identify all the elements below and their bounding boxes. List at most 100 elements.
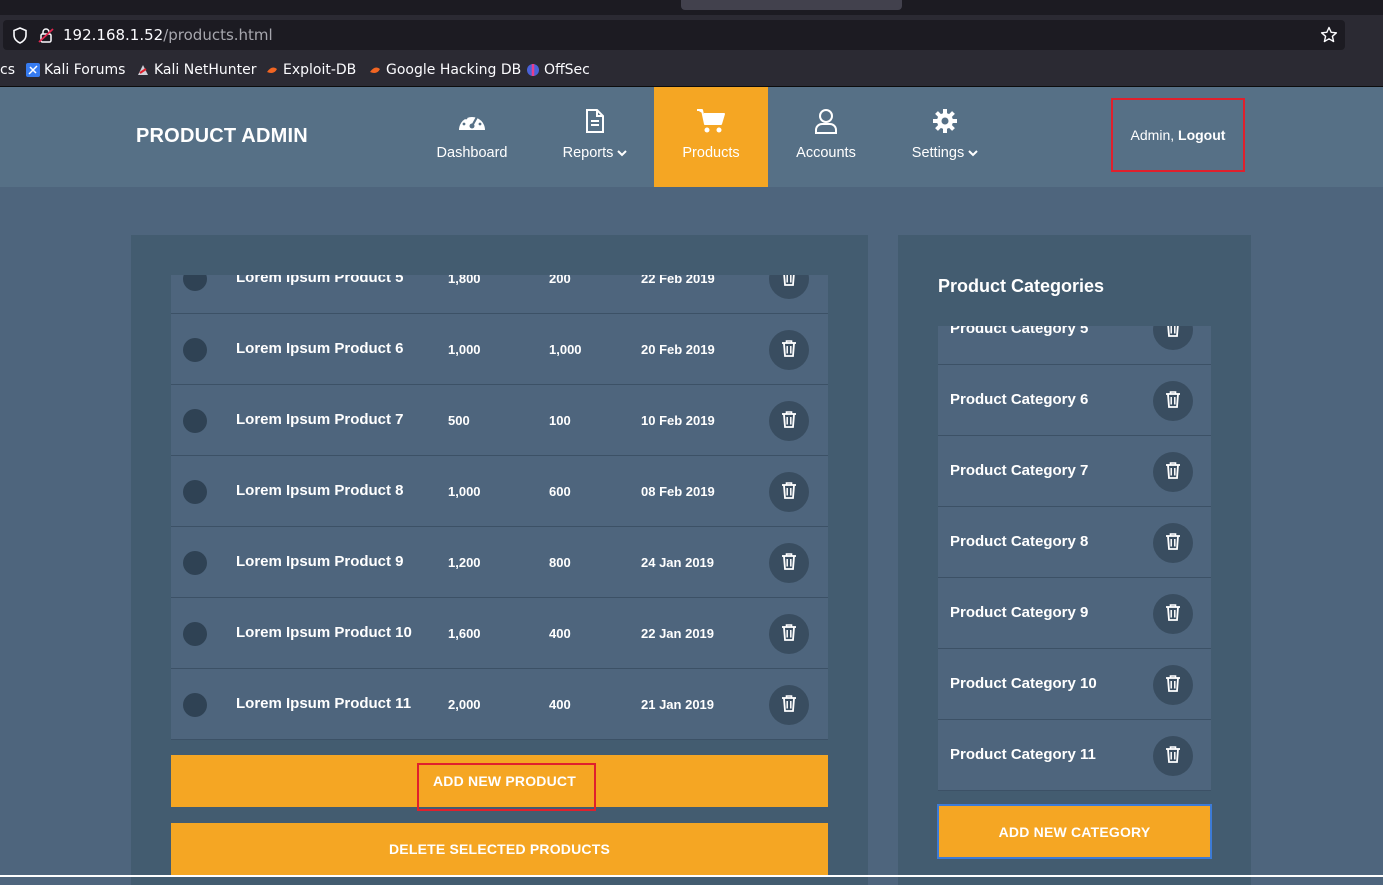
- bookmark-star-icon[interactable]: [1320, 26, 1338, 49]
- list-item[interactable]: Product Category 8: [938, 507, 1211, 578]
- trash-icon: [781, 694, 797, 717]
- table-row[interactable]: Lorem Ipsum Product 11 2,000 400 21 Jan 201…: [171, 669, 828, 740]
- product-name: Lorem Ipsum Product 5: [236, 275, 404, 286]
- table-row[interactable]: Lorem Ipsum Product 8 1,000 600 08 Feb 2019: [171, 456, 828, 527]
- ghdb-icon: [370, 67, 380, 73]
- bookmark-google-hacking-db[interactable]: Google Hacking DB: [368, 62, 521, 78]
- categories-table[interactable]: Product Category 5 Product Category 6 Prod…: [938, 326, 1211, 791]
- user-icon: [788, 108, 864, 136]
- table-row[interactable]: Lorem Ipsum Product 6 1,000 1,000 20 Feb 20…: [171, 314, 828, 385]
- bookmark-label: Google Hacking DB: [386, 62, 522, 78]
- delete-product-button[interactable]: [769, 275, 809, 299]
- nav-accounts[interactable]: Accounts: [788, 87, 864, 187]
- product-value-b: 1,000: [549, 342, 582, 357]
- product-name: Lorem Ipsum Product 9: [236, 553, 404, 570]
- delete-product-button[interactable]: [769, 330, 809, 370]
- row-checkbox[interactable]: [183, 275, 207, 291]
- shield-icon[interactable]: [12, 27, 28, 49]
- product-name: Lorem Ipsum Product 7: [236, 411, 404, 428]
- product-date: 22 Feb 2019: [641, 275, 715, 286]
- delete-selected-products-button[interactable]: DELETE SELECTED PRODUCTS: [171, 823, 828, 875]
- delete-category-button[interactable]: [1153, 594, 1193, 634]
- bookmark-kali-nethunter[interactable]: Kali NetHunter: [136, 62, 256, 78]
- trash-icon: [1165, 461, 1181, 483]
- category-name: Product Category 8: [950, 533, 1089, 550]
- row-checkbox[interactable]: [183, 338, 207, 362]
- table-row[interactable]: Lorem Ipsum Product 5 1,800 200 22 Feb 2019: [171, 275, 828, 314]
- delete-category-button[interactable]: [1153, 326, 1193, 350]
- add-new-product-button[interactable]: ADD NEW PRODUCT: [171, 755, 828, 811]
- product-value-a: 1,600: [448, 626, 481, 641]
- product-date: 24 Jan 2019: [641, 555, 715, 570]
- bookmark-kali-forums[interactable]: Kali Forums: [26, 62, 125, 78]
- row-checkbox[interactable]: [183, 622, 207, 646]
- product-name: Lorem Ipsum Product 8: [236, 482, 404, 499]
- insecure-lock-icon[interactable]: [38, 27, 54, 49]
- list-item[interactable]: Product Category 9: [938, 578, 1211, 649]
- browser-active-tab[interactable]: [681, 0, 902, 10]
- bookmark-label: Kali NetHunter: [154, 62, 257, 78]
- bookmark-offsec[interactable]: OffSec: [526, 62, 590, 78]
- brand-title[interactable]: PRODUCT ADMIN: [136, 125, 308, 148]
- products-table[interactable]: Lorem Ipsum Product 5 1,800 200 22 Feb 2019…: [171, 275, 828, 740]
- bookmark-label: Kali Forums: [44, 62, 126, 78]
- row-checkbox[interactable]: [183, 409, 207, 433]
- gear-icon: [904, 108, 986, 136]
- bookmark-partial[interactable]: cs: [0, 62, 15, 78]
- product-date: 10 Feb 2019: [641, 413, 715, 428]
- delete-category-button[interactable]: [1153, 665, 1193, 705]
- delete-product-button[interactable]: [769, 614, 809, 654]
- category-name: Product Category 11: [950, 746, 1096, 763]
- bookmark-exploit-db[interactable]: Exploit-DB: [265, 62, 356, 78]
- product-value-a: 500: [448, 413, 470, 428]
- product-name: Lorem Ipsum Product 11: [236, 695, 412, 712]
- delete-product-button[interactable]: [769, 401, 809, 441]
- product-value-a: 1,000: [448, 342, 481, 357]
- product-value-a: 1,000: [448, 484, 481, 499]
- add-new-category-button[interactable]: ADD NEW CATEGORY: [937, 804, 1212, 859]
- bookmark-label: Exploit-DB: [283, 62, 357, 78]
- delete-product-button[interactable]: [769, 472, 809, 512]
- nav-label: Accounts: [796, 145, 856, 161]
- table-row[interactable]: Lorem Ipsum Product 7 500 100 10 Feb 2019: [171, 385, 828, 456]
- nav-dashboard[interactable]: Dashboard: [430, 87, 514, 187]
- trash-icon: [1165, 326, 1181, 341]
- category-name: Product Category 7: [950, 462, 1089, 479]
- delete-category-button[interactable]: [1153, 452, 1193, 492]
- chevron-down-icon: [968, 150, 978, 157]
- trash-icon: [781, 623, 797, 646]
- product-date: 21 Jan 2019: [641, 697, 715, 712]
- delete-category-button[interactable]: [1153, 523, 1193, 563]
- list-item[interactable]: Product Category 5: [938, 326, 1211, 365]
- trash-icon: [1165, 603, 1181, 625]
- row-checkbox[interactable]: [183, 480, 207, 504]
- add-product-label: ADD NEW PRODUCT: [433, 773, 576, 789]
- app-navbar: PRODUCT ADMIN Dashboard Reports Products…: [0, 87, 1383, 187]
- product-value-a: 1,200: [448, 555, 481, 570]
- category-name: Product Category 9: [950, 604, 1089, 621]
- dashboard-icon: [430, 108, 514, 136]
- list-item[interactable]: Product Category 7: [938, 436, 1211, 507]
- trash-icon: [781, 275, 797, 291]
- nav-products[interactable]: Products: [654, 87, 768, 187]
- list-item[interactable]: Product Category 10: [938, 649, 1211, 720]
- product-value-b: 800: [549, 555, 571, 570]
- row-checkbox[interactable]: [183, 693, 207, 717]
- product-date: 08 Feb 2019: [641, 484, 715, 499]
- nav-reports[interactable]: Reports: [556, 87, 634, 187]
- table-row[interactable]: Lorem Ipsum Product 9 1,200 800 24 Jan 2019: [171, 527, 828, 598]
- list-item[interactable]: Product Category 6: [938, 365, 1211, 436]
- delete-category-button[interactable]: [1153, 736, 1193, 776]
- delete-product-button[interactable]: [769, 543, 809, 583]
- row-checkbox[interactable]: [183, 551, 207, 575]
- address-bar[interactable]: 192.168.1.52/products.html: [3, 20, 1345, 50]
- list-item[interactable]: Product Category 11: [938, 720, 1211, 791]
- nav-settings[interactable]: Settings: [904, 87, 986, 187]
- delete-product-button[interactable]: [769, 685, 809, 725]
- url-text[interactable]: 192.168.1.52/products.html: [63, 26, 273, 44]
- trash-icon: [1165, 674, 1181, 696]
- delete-category-button[interactable]: [1153, 381, 1193, 421]
- logout-link[interactable]: Logout: [1178, 127, 1225, 143]
- delete-products-label: DELETE SELECTED PRODUCTS: [388, 841, 611, 857]
- table-row[interactable]: Lorem Ipsum Product 10 1,600 400 22 Jan 201…: [171, 598, 828, 669]
